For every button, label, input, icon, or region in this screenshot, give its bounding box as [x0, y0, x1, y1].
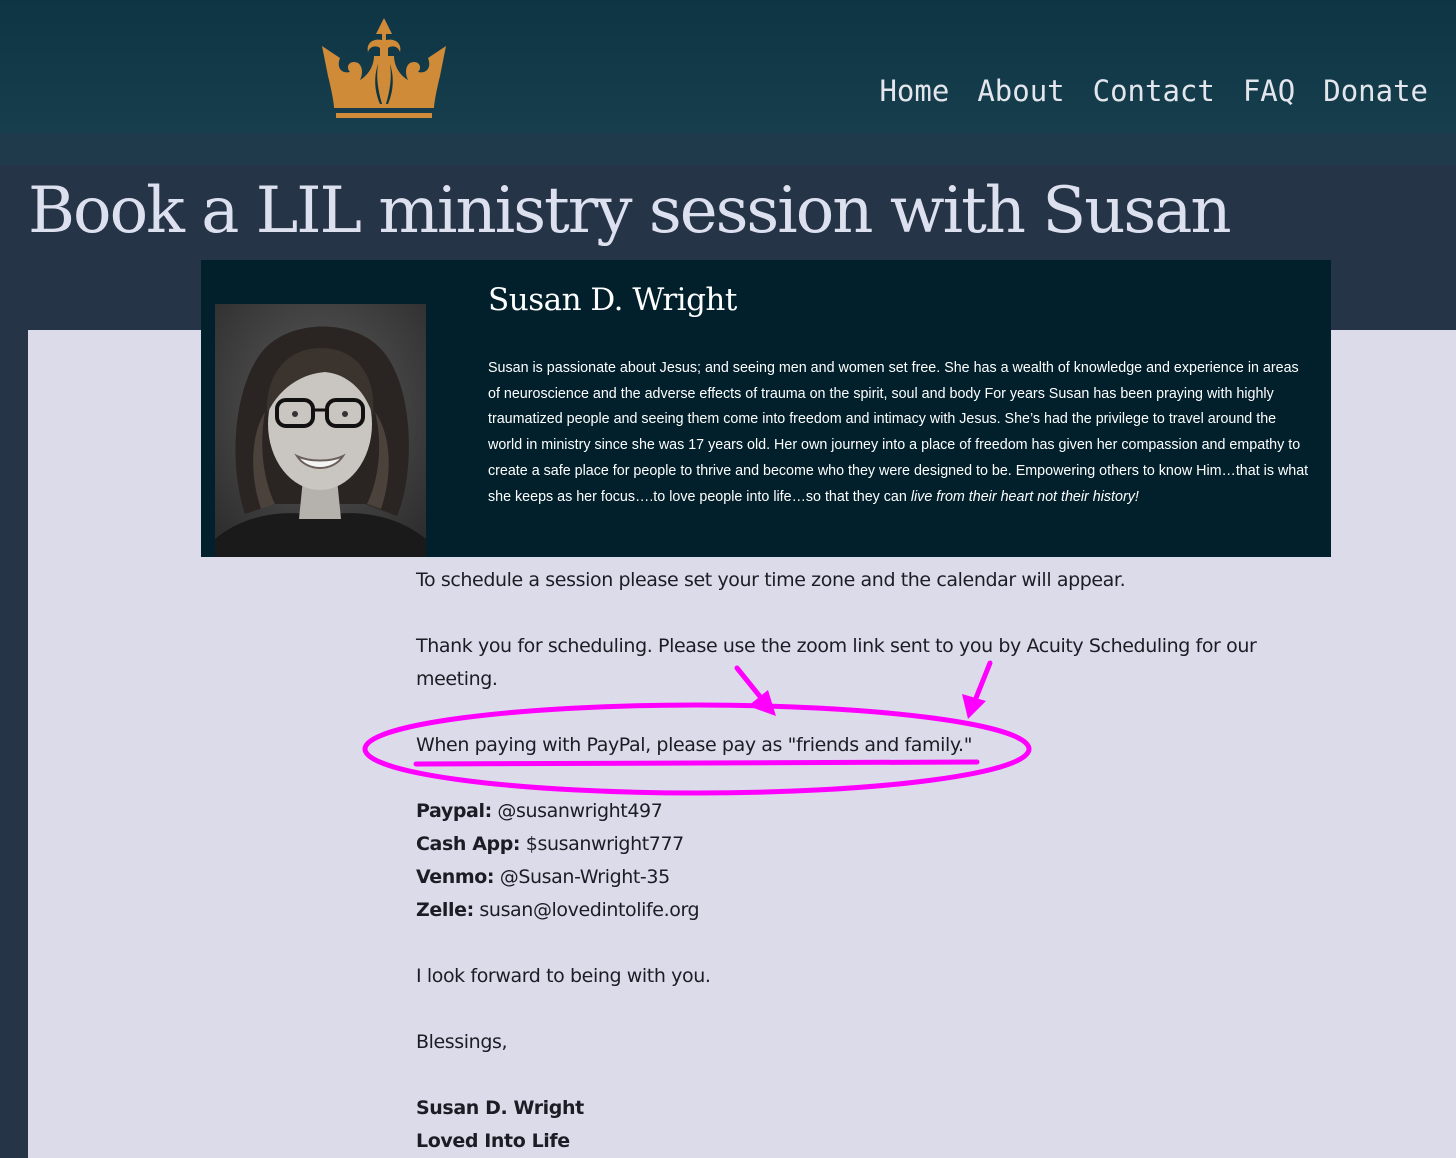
payment-cashapp: Cash App: $susanwright777 [416, 828, 1296, 861]
header-strip [0, 133, 1456, 165]
signature-org: Loved Into Life [416, 1130, 570, 1152]
site-header [0, 0, 1456, 133]
nav-contact[interactable]: Contact [1093, 74, 1215, 108]
payment-zelle: Zelle: susan@lovedintolife.org [416, 894, 1296, 927]
bio-card: Susan D. Wright Susan is passionate abou… [201, 260, 1331, 557]
booking-instructions: To schedule a session please set your ti… [416, 564, 1296, 1158]
bio-text-italic: live from their heart not their history! [910, 488, 1139, 505]
thanks-text: Thank you for scheduling. Please use the… [416, 635, 1257, 690]
blessings-text: Blessings, [416, 1031, 508, 1053]
bio-text: Susan is passionate about Jesus; and see… [488, 356, 1314, 510]
bio-text-body: Susan is passionate about Jesus; and see… [488, 360, 1309, 505]
payment-label: Cash App: [416, 833, 521, 855]
paypal-note: When paying with PayPal, please pay as "… [416, 734, 973, 756]
signature-name: Susan D. Wright [416, 1097, 584, 1119]
payment-value: susan@lovedintolife.org [479, 899, 700, 921]
closing-text: I look forward to being with you. [416, 965, 711, 987]
nav-about[interactable]: About [977, 74, 1064, 108]
payment-value: @Susan-Wright-35 [499, 866, 670, 888]
nav-home[interactable]: Home [879, 74, 949, 108]
schedule-text: To schedule a session please set your ti… [416, 569, 1126, 591]
nav-faq[interactable]: FAQ [1243, 74, 1295, 108]
payment-paypal: Paypal: @susanwright497 [416, 795, 1296, 828]
payment-label: Paypal: [416, 800, 492, 822]
page-title: Book a LIL ministry session with Susan [28, 174, 1232, 248]
payment-venmo: Venmo: @Susan-Wright-35 [416, 861, 1296, 894]
payment-label: Zelle: [416, 899, 474, 921]
crown-logo-icon[interactable] [318, 16, 450, 120]
main-nav: Home About Contact FAQ Donate [879, 74, 1428, 108]
payment-value: $susanwright777 [525, 833, 684, 855]
payment-value: @susanwright497 [497, 800, 663, 822]
susan-portrait-photo [215, 304, 426, 557]
payment-label: Venmo: [416, 866, 495, 888]
nav-donate[interactable]: Donate [1323, 74, 1428, 108]
bio-name: Susan D. Wright [488, 282, 737, 318]
